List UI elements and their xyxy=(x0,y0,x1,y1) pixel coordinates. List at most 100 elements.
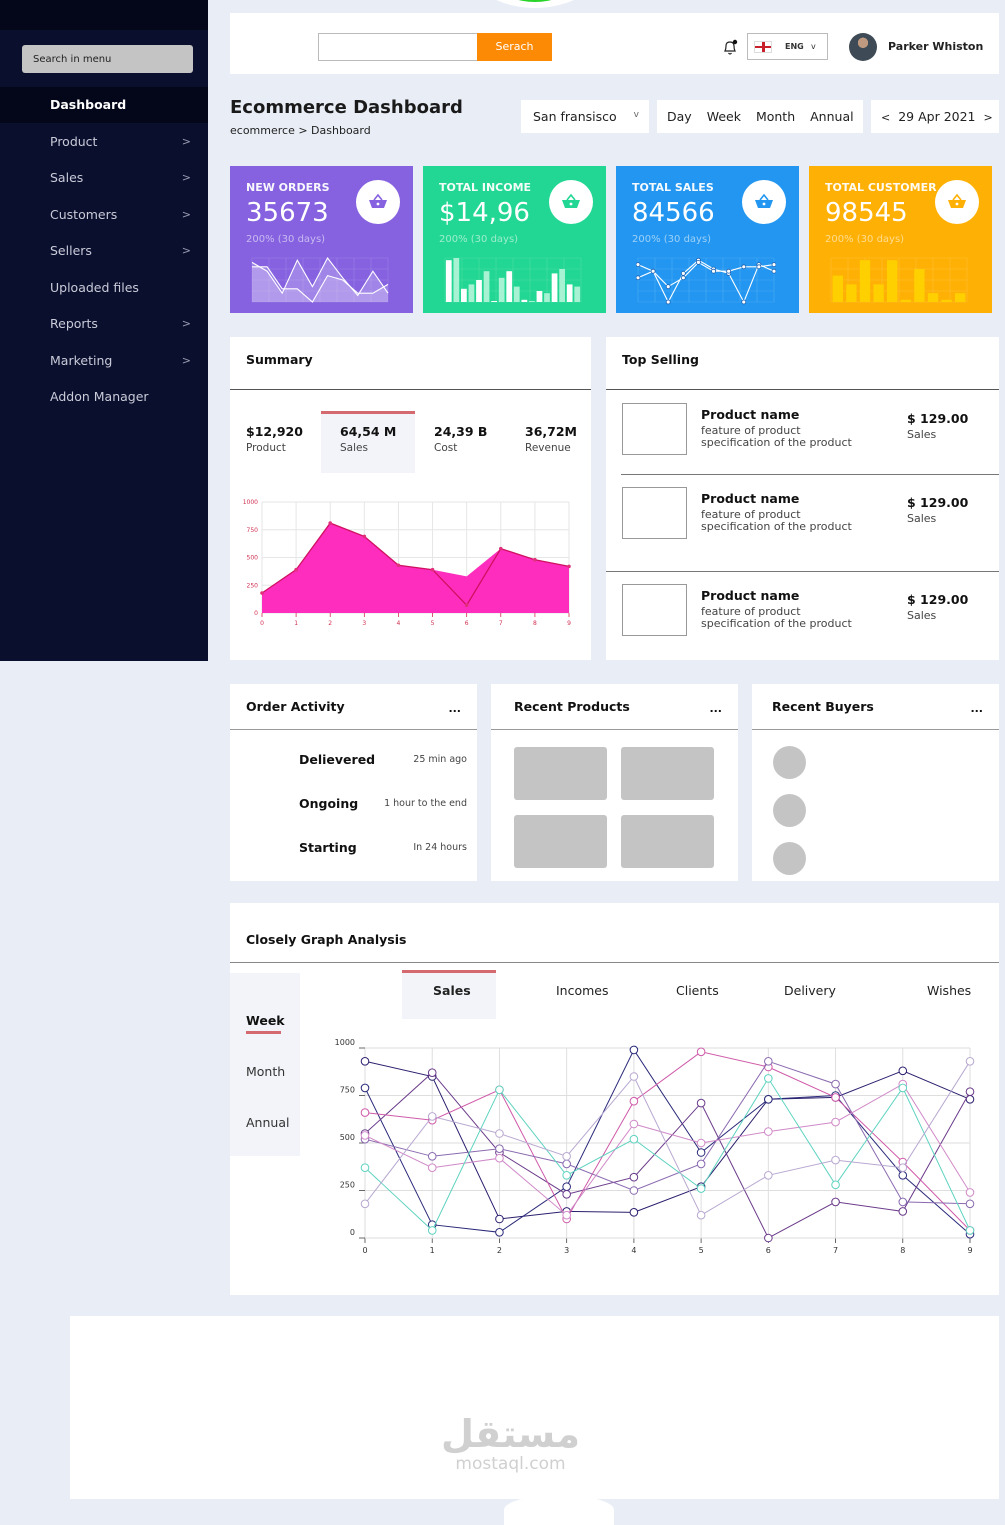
period-month[interactable]: Month xyxy=(246,1064,285,1079)
sparkline-point xyxy=(696,260,701,265)
summary-card: Summary $12,920 Product 64,54 M Sales 24… xyxy=(230,337,591,660)
stat-card-total-customer[interactable]: TOTAL CUSTOMER 98545 200% (30 days) xyxy=(809,166,992,313)
stat-card-total-income[interactable]: TOTAL INCOME $14,96 200% (30 days) xyxy=(423,166,606,313)
breadcrumb[interactable]: ecommerce > Dashboard xyxy=(230,124,371,137)
search-button[interactable]: Serach xyxy=(477,33,552,61)
top-selling-item[interactable]: Product name feature of product specific… xyxy=(606,393,999,483)
data-point xyxy=(831,1197,840,1207)
sidebar-item-customers[interactable]: Customers > xyxy=(0,197,208,233)
data-point xyxy=(629,1172,639,1182)
search-input[interactable] xyxy=(318,33,478,61)
stat-label: TOTAL INCOME xyxy=(439,181,532,194)
language-selector[interactable]: ENG v xyxy=(747,33,828,60)
period-week[interactable]: Week xyxy=(707,109,741,124)
date-picker: <29 Apr 2021 > xyxy=(871,100,999,133)
sidebar-item-uploaded-files[interactable]: Uploaded files xyxy=(0,270,208,306)
period-annual[interactable]: Annual xyxy=(246,1115,289,1130)
buyer-avatar[interactable] xyxy=(773,794,806,827)
data-point xyxy=(495,1129,504,1138)
data-point xyxy=(629,1119,639,1129)
data-point xyxy=(831,1093,840,1102)
stat-change: 200% (30 days) xyxy=(439,234,519,245)
x-tick-label: 9 xyxy=(567,620,571,627)
top-selling-item[interactable]: Product name feature of product specific… xyxy=(606,477,999,567)
product-thumbnail[interactable] xyxy=(514,815,607,868)
sparkline-bar xyxy=(461,288,467,302)
sidebar-item-dashboard[interactable]: Dashboard xyxy=(0,87,208,123)
data-point xyxy=(427,1163,437,1172)
sparkline-bar xyxy=(506,271,513,302)
chevron-right-icon: > xyxy=(181,317,191,330)
data-point xyxy=(562,1171,571,1180)
sparkline-bar xyxy=(544,293,550,302)
sidebar-item-sellers[interactable]: Sellers > xyxy=(0,233,208,269)
data-point xyxy=(764,1171,773,1180)
more-options-icon[interactable]: ... xyxy=(970,702,983,715)
period-annual[interactable]: Annual xyxy=(810,109,853,124)
data-point xyxy=(495,1228,504,1237)
summary-tab-product[interactable]: $12,920 Product xyxy=(246,422,339,474)
current-date[interactable]: 29 Apr 2021 xyxy=(898,109,975,124)
x-tick-label: 8 xyxy=(533,620,537,627)
sparkline-bar xyxy=(513,286,520,302)
prev-date-button[interactable]: < xyxy=(881,111,890,124)
period-day[interactable]: Day xyxy=(667,109,692,124)
sparkline-bar xyxy=(955,293,966,302)
stat-card-total-sales[interactable]: TOTAL SALES 84566 200% (30 days) xyxy=(616,166,799,313)
notification-bell-icon[interactable] xyxy=(722,38,738,56)
data-point xyxy=(362,534,367,539)
sidebar-item-sales[interactable]: Sales > xyxy=(0,160,208,196)
next-date-button[interactable]: > xyxy=(984,111,993,124)
tab-clients[interactable]: Clients xyxy=(676,983,719,998)
buyer-avatar[interactable] xyxy=(773,842,806,875)
more-options-icon[interactable]: ... xyxy=(709,702,722,715)
data-point xyxy=(360,1108,370,1117)
sidebar-item-product[interactable]: Product > xyxy=(0,124,208,160)
sidebar-item-addon-manager[interactable]: Addon Manager xyxy=(0,379,208,415)
sidebar-item-label: Product xyxy=(50,133,98,149)
sparkline-bar xyxy=(529,301,535,302)
tab-sales[interactable]: Sales xyxy=(433,983,471,998)
product-thumbnail[interactable] xyxy=(621,747,714,800)
summary-tab-sales[interactable]: 64,54 M Sales xyxy=(340,422,433,474)
tab-wishes[interactable]: Wishes xyxy=(927,983,971,998)
city-select[interactable]: San fransisco v xyxy=(521,100,649,133)
sidebar-item-label: Customers xyxy=(50,206,118,222)
chevron-right-icon: > xyxy=(181,134,191,148)
top-selling-item[interactable]: Product name feature of product specific… xyxy=(606,574,999,664)
period-month[interactable]: Month xyxy=(756,109,795,124)
sidebar-item-reports[interactable]: Reports > xyxy=(0,306,208,342)
more-options-icon[interactable]: ... xyxy=(448,702,461,715)
data-point xyxy=(898,1171,908,1180)
user-name[interactable]: Parker Whiston xyxy=(888,40,983,53)
user-avatar[interactable] xyxy=(849,33,877,61)
tab-incomes[interactable]: Incomes xyxy=(556,983,609,998)
x-tick-label: 7 xyxy=(499,620,503,627)
buyer-avatar[interactable] xyxy=(773,746,806,779)
data-point xyxy=(898,1083,908,1093)
sidebar-item-marketing[interactable]: Marketing > xyxy=(0,343,208,379)
tab-delivery[interactable]: Delivery xyxy=(784,983,836,998)
sparkline-bar xyxy=(859,260,871,302)
y-tick-label: 1000 xyxy=(335,1038,355,1047)
x-tick-label: 6 xyxy=(766,1246,771,1255)
x-tick-label: 5 xyxy=(699,1246,704,1255)
decorative-blob xyxy=(455,0,615,8)
stat-card-new-orders[interactable]: NEW ORDERS 35673 200% (30 days) xyxy=(230,166,413,313)
summary-tab-cost[interactable]: 24,39 B Cost xyxy=(434,422,527,474)
data-point xyxy=(764,1057,773,1066)
x-tick-label: 0 xyxy=(260,620,264,627)
summary-tab-revenue[interactable]: 36,72M Revenue xyxy=(525,422,618,474)
x-tick-label: 2 xyxy=(497,1246,502,1255)
data-point xyxy=(427,1226,437,1235)
summary-value: $12,920 xyxy=(246,424,303,439)
period-week[interactable]: Week xyxy=(246,1013,285,1028)
menu-search-input[interactable]: Search in menu xyxy=(22,45,193,73)
product-thumbnail[interactable] xyxy=(621,815,714,868)
y-tick-label: 250 xyxy=(247,582,259,589)
y-tick-label: 1000 xyxy=(243,499,258,506)
sparkline-point xyxy=(741,299,747,305)
product-spec: specification of the product xyxy=(701,436,852,449)
product-thumbnail[interactable] xyxy=(514,747,607,800)
data-point xyxy=(629,1186,639,1195)
